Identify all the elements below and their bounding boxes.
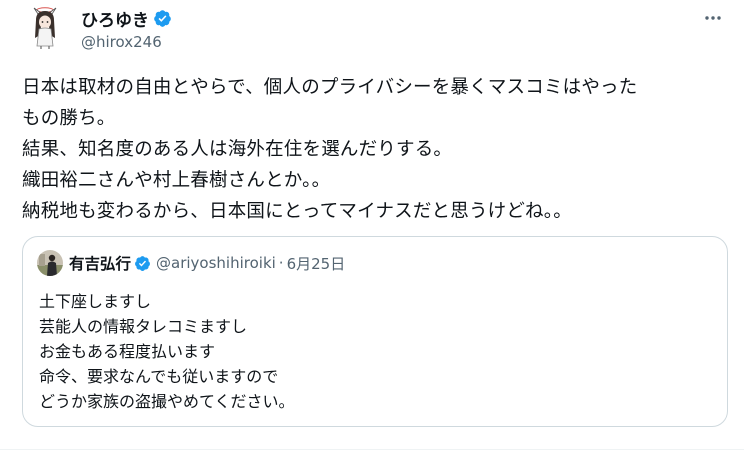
quoted-tweet-header: 有吉弘行 @ariyoshihiroiki · 6月25日 (37, 250, 346, 276)
quoted-text-line: 命令、要求なんでも従いますので (39, 367, 279, 386)
quoted-author-handle: @ariyoshihiroiki (156, 254, 276, 272)
tweet-text-line: 織田裕二さんや村上春樹さんとか。。 (22, 170, 331, 191)
tweet-text-line: もの勝ち。 (22, 108, 116, 129)
tweet-text: 日本は取材の自由とやらで、個人のプライバシーを暴くマスコミはやった もの勝ち。 … (22, 72, 732, 227)
author-handle[interactable]: @hirox246 (81, 33, 172, 51)
author-avatar[interactable] (22, 4, 68, 50)
tweet-header: ひろゆき @hirox246 (22, 4, 728, 56)
more-options-button[interactable] (698, 6, 728, 30)
separator-dot: · (278, 254, 284, 272)
quoted-tweet-date[interactable]: 6月25日 (287, 253, 346, 274)
tweet-text-line: 日本は取材の自由とやらで、個人のプライバシーを暴くマスコミはやった (22, 77, 638, 98)
author-name-row: ひろゆき (81, 6, 172, 31)
quoted-text-line: 芸能人の情報タレコミますし (39, 317, 248, 336)
verified-badge-icon[interactable] (153, 9, 172, 28)
tweet-card: ひろゆき @hirox246 日本は取材の自由とやらで、個人のプライバシーを暴く… (0, 0, 744, 450)
quoted-text-line: お金もある程度払います (39, 342, 216, 361)
more-dots-icon (705, 16, 721, 20)
quoted-author-name[interactable]: 有吉弘行 (69, 252, 131, 274)
tweet-text-line: 納税地も変わるから、日本国にとってマイナスだと思うけどね。。 (22, 201, 572, 222)
quoted-tweet[interactable]: 有吉弘行 @ariyoshihiroiki · 6月25日 土下座しますし 芸能… (22, 236, 728, 427)
quoted-tweet-text: 土下座しますし 芸能人の情報タレコミますし お金もある程度払います 命令、要求な… (39, 289, 295, 414)
quoted-author-avatar[interactable] (37, 250, 63, 276)
tweet-text-line: 結果、知名度のある人は海外在住を選んだりする。 (22, 139, 453, 160)
author-display-name[interactable]: ひろゆき (81, 6, 149, 31)
quoted-text-line: 土下座しますし (39, 292, 152, 311)
author-names: ひろゆき @hirox246 (81, 7, 172, 51)
quoted-text-line: どうか家族の盗撮やめてください。 (39, 392, 295, 411)
verified-badge-icon (134, 255, 151, 272)
